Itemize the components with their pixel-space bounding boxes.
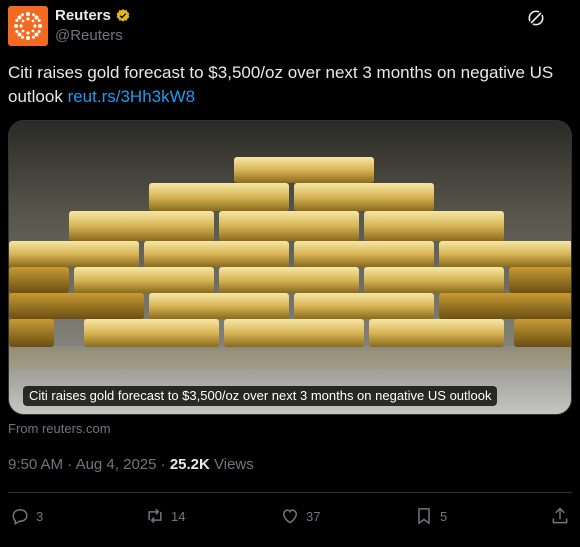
share-button[interactable]: [550, 505, 570, 527]
like-button[interactable]: 37: [280, 505, 320, 527]
author-display-name[interactable]: Reuters: [55, 7, 111, 25]
tweet-link[interactable]: reut.rs/3Hh3kW8: [68, 87, 196, 106]
tweet-text: Citi raises gold forecast to $3,500/oz o…: [8, 61, 570, 109]
action-bar: 3 14 37 5: [8, 505, 570, 527]
reply-button[interactable]: 3: [10, 505, 43, 527]
link-source[interactable]: From reuters.com: [8, 421, 111, 437]
share-icon: [552, 507, 568, 524]
repost-icon: [148, 508, 162, 524]
grok-icon[interactable]: [526, 8, 546, 28]
bookmark-count: 5: [440, 508, 448, 524]
repost-count: 14: [171, 508, 186, 524]
divider: [8, 492, 572, 493]
tweet-meta: 9:50 AM · Aug 4, 2025 · 25.2K Views: [8, 455, 254, 475]
gold-bars-image: [9, 121, 571, 414]
repost-button[interactable]: 14: [145, 505, 185, 527]
tweet-header: Reuters @Reuters: [8, 6, 568, 48]
like-count: 37: [306, 508, 321, 524]
media-card[interactable]: Citi raises gold forecast to $3,500/oz o…: [8, 120, 572, 415]
views-label: Views: [214, 456, 254, 473]
bookmark-button[interactable]: 5: [414, 505, 447, 527]
author-handle[interactable]: @Reuters: [55, 26, 131, 46]
author-block: Reuters @Reuters: [55, 7, 131, 46]
views-count: 25.2K: [169, 456, 210, 473]
bookmark-icon: [418, 508, 430, 525]
gold-verified-badge-icon[interactable]: [115, 8, 131, 24]
reply-icon: [12, 508, 28, 526]
heart-icon: [282, 509, 298, 524]
media-caption: Citi raises gold forecast to $3,500/oz o…: [23, 386, 498, 406]
avatar[interactable]: [8, 6, 48, 46]
reply-count: 3: [36, 508, 44, 524]
reuters-logo-icon: [14, 12, 42, 40]
meta-separator: ·: [67, 456, 73, 473]
tweet-time[interactable]: 9:50 AM: [8, 456, 63, 473]
meta-separator: ·: [160, 456, 166, 473]
tweet-date[interactable]: Aug 4, 2025: [76, 456, 157, 473]
